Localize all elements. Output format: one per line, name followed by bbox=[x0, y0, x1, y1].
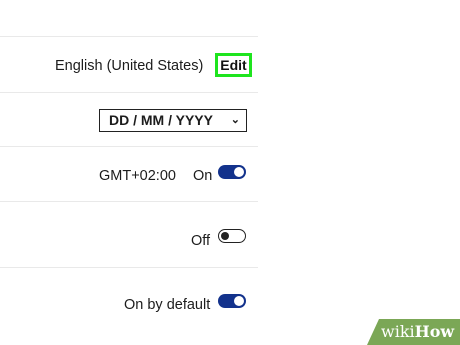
toggle-knob bbox=[220, 231, 229, 240]
option-off-label: Off bbox=[191, 233, 211, 249]
watermark-suffix: How bbox=[414, 322, 455, 341]
toggle-knob bbox=[234, 296, 244, 306]
toggle-knob bbox=[234, 167, 244, 177]
timezone-value: GMT+02:00 bbox=[99, 168, 176, 184]
divider bbox=[0, 146, 258, 147]
divider bbox=[0, 36, 258, 37]
watermark-prefix: wiki bbox=[381, 322, 415, 341]
option-default-label: On by default bbox=[124, 297, 211, 313]
language-value: English (United States) bbox=[55, 58, 204, 74]
wikihow-watermark: wikiHow bbox=[367, 319, 460, 345]
timezone-toggle[interactable] bbox=[218, 165, 246, 179]
date-format-select[interactable]: DD / MM / YYYY ⌄ bbox=[99, 109, 247, 132]
timezone-toggle-label: On bbox=[193, 168, 213, 184]
date-format-value: DD / MM / YYYY bbox=[109, 112, 213, 128]
option-default-toggle[interactable] bbox=[218, 294, 246, 308]
divider bbox=[0, 92, 258, 93]
edit-language-link[interactable]: Edit bbox=[215, 53, 252, 77]
chevron-down-icon: ⌄ bbox=[230, 114, 240, 126]
divider bbox=[0, 267, 258, 268]
divider bbox=[0, 201, 258, 202]
option-off-toggle[interactable] bbox=[218, 229, 246, 243]
settings-panel: English (United States) Edit DD / MM / Y… bbox=[0, 0, 262, 345]
